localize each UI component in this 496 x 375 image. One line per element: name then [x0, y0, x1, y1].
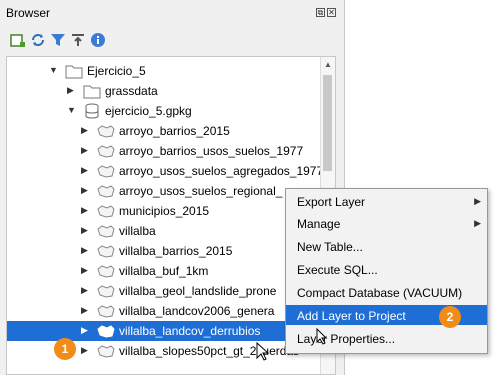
- polygon-layer-icon: [97, 165, 115, 178]
- database-icon: [85, 103, 99, 119]
- tree-item-label: grassdata: [105, 84, 158, 98]
- filter-icon[interactable]: [50, 32, 66, 48]
- tree-item-layer[interactable]: ▶ municipios_2015: [7, 201, 325, 221]
- collapsed-arrow-icon[interactable]: ▶: [81, 245, 88, 256]
- tree-item-layer[interactable]: ▶ arroyo_barrios_2015: [7, 121, 325, 141]
- menu-item-manage[interactable]: Manage ▶: [286, 213, 487, 233]
- tree-item-layer[interactable]: ▶ villalba_landcov2006_genera: [7, 301, 325, 321]
- tree-item-selected-layer[interactable]: ▶ villalba_landcov_derrubios: [7, 321, 325, 341]
- collapsed-arrow-icon[interactable]: ▶: [81, 285, 88, 296]
- polygon-layer-icon: [97, 265, 115, 278]
- collapsed-arrow-icon[interactable]: ▶: [81, 205, 88, 216]
- tree-item-label: villalba: [119, 224, 156, 238]
- mouse-cursor-icon: [256, 342, 270, 361]
- polygon-layer-icon: [97, 205, 115, 218]
- menu-item-label: Export Layer: [297, 195, 366, 209]
- collapsed-arrow-icon[interactable]: ▶: [81, 325, 88, 336]
- collapsed-arrow-icon[interactable]: ▶: [81, 125, 88, 136]
- mouse-cursor-icon: [316, 328, 328, 345]
- tree-item-layer[interactable]: ▶ villalba: [7, 221, 325, 241]
- tree-item-label: arroyo_barrios_2015: [119, 124, 230, 138]
- folder-icon: [65, 65, 83, 79]
- collapsed-arrow-icon[interactable]: ▶: [81, 145, 88, 156]
- submenu-arrow-icon: ▶: [474, 196, 481, 206]
- tree-item-layer[interactable]: ▶ arroyo_usos_suelos_regional_: [7, 181, 325, 201]
- polygon-layer-icon: [97, 145, 115, 158]
- add-selected-layers-icon[interactable]: [10, 32, 26, 48]
- tree-item-label: villalba_landcov_derrubios: [119, 324, 261, 338]
- expanded-arrow-icon[interactable]: ▼: [49, 65, 58, 75]
- step-badge-one: 1: [54, 338, 76, 360]
- polygon-layer-icon: [97, 345, 115, 358]
- browser-toolbar: [0, 26, 344, 54]
- tree-item-layer[interactable]: ▶ arroyo_barrios_usos_suelos_1977: [7, 141, 325, 161]
- scroll-up-icon[interactable]: ▲: [324, 60, 332, 69]
- refresh-icon[interactable]: [30, 32, 46, 48]
- tree-item-layer[interactable]: ▶ villalba_buf_1km: [7, 261, 325, 281]
- step-badge-two: 2: [439, 306, 461, 328]
- tree-item-label: arroyo_barrios_usos_suelos_1977: [119, 144, 304, 158]
- tree-item-label: villalba_landcov2006_genera: [119, 304, 275, 318]
- tree-item-label: arroyo_usos_suelos_agregados_1977: [119, 164, 324, 178]
- collapsed-arrow-icon[interactable]: ▶: [81, 185, 88, 196]
- tree-item-label: Ejercicio_5: [87, 64, 146, 78]
- tree-item-grassdata[interactable]: ▶ grassdata: [7, 81, 325, 101]
- tree-item-label: villalba_slopes50pct_gt_2cuerdas: [119, 344, 300, 358]
- close-icon[interactable]: ✕: [327, 8, 336, 17]
- tree-item-label: villalba_geol_landslide_prone: [119, 284, 277, 298]
- info-icon[interactable]: [90, 32, 106, 48]
- collapsed-arrow-icon[interactable]: ▶: [81, 305, 88, 316]
- tree-item-layer[interactable]: ▶ villalba_geol_landslide_prone: [7, 281, 325, 301]
- collapsed-arrow-icon[interactable]: ▶: [81, 345, 88, 356]
- menu-item-label: Manage: [297, 217, 341, 231]
- collapsed-arrow-icon[interactable]: ▶: [81, 225, 88, 236]
- tree-item-label: arroyo_usos_suelos_regional_: [119, 184, 283, 198]
- menu-item-execute-sql[interactable]: Execute SQL...: [286, 259, 487, 279]
- float-icon[interactable]: ⧉: [316, 8, 325, 17]
- menu-item-label: Compact Database (VACUUM): [297, 286, 463, 300]
- tree-item-ejercicio-5[interactable]: ▼ Ejercicio_5: [7, 61, 325, 81]
- expanded-arrow-icon[interactable]: ▼: [67, 105, 76, 115]
- submenu-arrow-icon: ▶: [474, 218, 481, 228]
- collapsed-arrow-icon[interactable]: ▶: [81, 165, 88, 176]
- menu-item-label: Add Layer to Project: [297, 309, 406, 323]
- polygon-layer-icon: [97, 285, 115, 298]
- polygon-layer-icon: [97, 185, 115, 198]
- polygon-layer-icon: [97, 305, 115, 318]
- panel-titlebar: Browser ⧉ ✕: [0, 0, 344, 24]
- collapsed-arrow-icon[interactable]: ▶: [67, 85, 74, 96]
- collapse-all-icon[interactable]: [70, 32, 86, 48]
- polygon-layer-icon: [97, 125, 115, 138]
- tree-item-layer[interactable]: ▶ arroyo_usos_suelos_agregados_1977: [7, 161, 325, 181]
- tree-item-label: ejercicio_5.gpkg: [105, 104, 192, 118]
- polygon-layer-icon: [97, 245, 115, 258]
- tree-item-gpkg[interactable]: ▼ ejercicio_5.gpkg: [7, 101, 325, 121]
- polygon-layer-icon: [97, 325, 115, 338]
- menu-item-compact-database[interactable]: Compact Database (VACUUM): [286, 282, 487, 302]
- menu-item-label: New Table...: [297, 240, 363, 254]
- tree-item-layer[interactable]: ▶ villalba_barrios_2015: [7, 241, 325, 261]
- panel-title: Browser: [6, 6, 51, 20]
- menu-item-new-table[interactable]: New Table...: [286, 236, 487, 256]
- collapsed-arrow-icon[interactable]: ▶: [81, 265, 88, 276]
- menu-item-label: Execute SQL...: [297, 263, 378, 277]
- tree-item-label: municipios_2015: [119, 204, 210, 218]
- tree-item-label: villalba_buf_1km: [119, 264, 209, 278]
- menu-item-label: Layer Properties...: [297, 332, 396, 346]
- tree-item-label: villalba_barrios_2015: [119, 244, 233, 258]
- folder-icon: [83, 85, 101, 99]
- scrollbar-thumb[interactable]: [323, 75, 332, 171]
- menu-item-export-layer[interactable]: Export Layer ▶: [286, 191, 487, 211]
- polygon-layer-icon: [97, 225, 115, 238]
